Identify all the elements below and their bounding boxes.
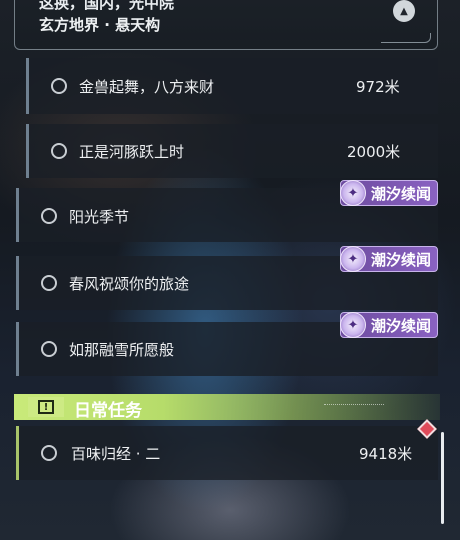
region-title: 这换，国内，光中院 bbox=[39, 0, 175, 12]
card-corner-ornament bbox=[381, 33, 431, 43]
quest-item[interactable]: 金兽起舞，八方来财 972米 bbox=[26, 58, 438, 114]
header-decoration bbox=[324, 404, 384, 408]
quest-distance: 9418米 bbox=[359, 445, 413, 463]
tide-swirl-icon: ✦ bbox=[340, 180, 366, 206]
region-header-card[interactable]: 这换，国内，光中院 玄方地界 · 悬天构 ▲ bbox=[14, 0, 438, 50]
chevron-up-icon[interactable]: ▲ bbox=[393, 0, 415, 22]
tide-swirl-icon: ✦ bbox=[340, 312, 366, 338]
tide-badge-label: 潮汐续闻 bbox=[371, 184, 432, 203]
daily-tasks-header[interactable]: ! 日常任务 bbox=[14, 394, 440, 421]
daily-tasks-title: 日常任务 bbox=[74, 401, 142, 421]
quest-item[interactable]: 正是河豚跃上时 2000米 bbox=[26, 124, 438, 178]
quest-name: 正是河豚跃上时 bbox=[79, 143, 185, 161]
region-location: 玄方地界 · 悬天构 bbox=[39, 16, 161, 34]
quest-status-circle-icon bbox=[41, 341, 57, 357]
quest-name: 如那融雪所愿般 bbox=[69, 341, 175, 359]
quest-name: 百味归经 · 二 bbox=[71, 445, 161, 463]
quest-status-circle-icon bbox=[41, 208, 57, 224]
quest-status-circle-icon bbox=[51, 143, 67, 159]
tide-badge: ✦ 潮汐续闻 bbox=[340, 180, 438, 206]
quest-name: 金兽起舞，八方来财 bbox=[79, 78, 215, 96]
quest-name: 春风祝颂你的旅途 bbox=[69, 275, 190, 293]
quest-distance: 2000米 bbox=[347, 143, 401, 161]
exclamation-icon: ! bbox=[28, 397, 64, 417]
tide-badge-label: 潮汐续闻 bbox=[371, 316, 432, 335]
scrollbar[interactable] bbox=[441, 432, 444, 524]
tide-badge-label: 潮汐续闻 bbox=[371, 250, 432, 269]
quest-status-circle-icon bbox=[41, 445, 57, 461]
quest-status-circle-icon bbox=[51, 78, 67, 94]
quest-distance: 972米 bbox=[356, 78, 400, 96]
quest-name: 阳光季节 bbox=[69, 208, 130, 226]
tide-badge: ✦ 潮汐续闻 bbox=[340, 312, 438, 338]
daily-quest-item[interactable]: 百味归经 · 二 9418米 bbox=[16, 426, 438, 480]
tide-swirl-icon: ✦ bbox=[340, 246, 366, 272]
quest-status-circle-icon bbox=[41, 275, 57, 291]
tide-badge: ✦ 潮汐续闻 bbox=[340, 246, 438, 272]
